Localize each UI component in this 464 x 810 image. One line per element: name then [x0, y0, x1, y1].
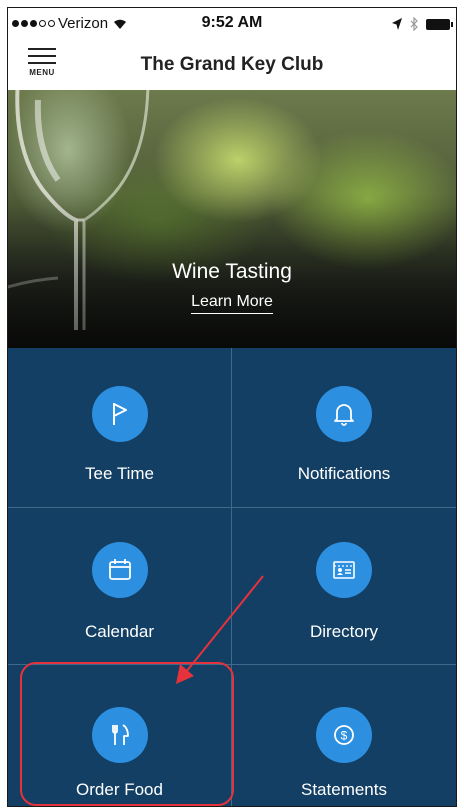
calendar-icon-circle	[91, 542, 148, 598]
tile-tee-time[interactable]: Tee Time	[8, 348, 232, 508]
dollar-icon: $	[334, 725, 354, 745]
battery-icon	[426, 18, 453, 30]
status-time: 9:52 AM	[201, 14, 263, 31]
hero-title: Wine Tasting	[172, 260, 292, 283]
nav-bar: MENU The Grand Key Club	[8, 40, 456, 90]
notifications-icon-circle	[316, 386, 372, 442]
hero-banner[interactable]: Wine Tasting Learn More	[8, 90, 456, 348]
learn-more-label: Learn More	[191, 293, 273, 314]
tile-directory[interactable]: Directory	[232, 508, 456, 665]
learn-more-link[interactable]: Learn More	[8, 293, 456, 314]
page-title: The Grand Key Club	[140, 54, 324, 75]
tile-notifications[interactable]: Notifications	[232, 348, 456, 508]
tile-order-food[interactable]: Order Food	[8, 665, 232, 806]
tile-label-statements: Statements	[301, 780, 387, 799]
directory-icon-circle	[316, 542, 372, 598]
statements-icon-circle: $	[316, 707, 372, 763]
bell-icon	[334, 404, 354, 426]
tile-label-order-food: Order Food	[76, 780, 163, 799]
app-screen: Verizon 9:52 AM MENU The Grand Key Club	[7, 7, 457, 807]
tile-statements[interactable]: $ Statements	[232, 665, 456, 806]
bluetooth-icon	[410, 17, 418, 31]
tile-label-calendar: Calendar	[85, 622, 154, 641]
calendar-icon	[108, 559, 131, 580]
order-food-icon-circle	[91, 707, 148, 763]
feature-grid: Tee Time Notifications Calendar Director…	[8, 348, 456, 806]
status-bar: Verizon 9:52 AM	[8, 8, 456, 40]
location-arrow-icon	[392, 18, 402, 30]
tile-label-notifications: Notifications	[297, 464, 391, 483]
tile-label-directory: Directory	[309, 622, 378, 641]
tile-label-tee-time: Tee Time	[85, 464, 154, 483]
svg-text:$: $	[341, 729, 348, 743]
tee-time-icon-circle	[91, 386, 148, 442]
status-icons	[392, 17, 453, 31]
tile-calendar[interactable]: Calendar	[8, 508, 232, 665]
contact-card-icon	[333, 561, 355, 579]
fork-knife-icon	[111, 724, 129, 745]
flag-icon	[112, 403, 127, 425]
